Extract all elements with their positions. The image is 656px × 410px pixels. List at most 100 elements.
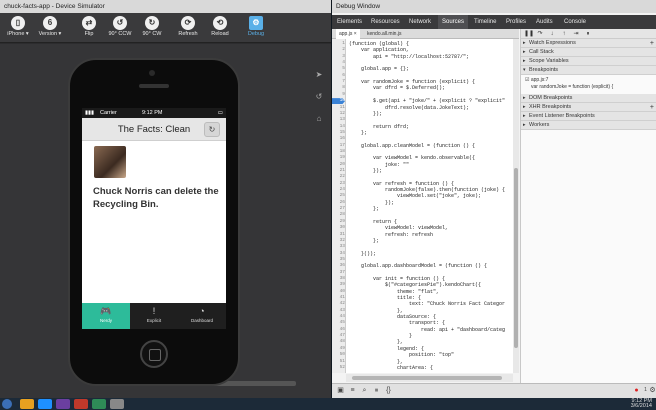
line-number[interactable]: 6 xyxy=(332,73,345,78)
tab-sources[interactable]: Sources xyxy=(438,15,469,29)
line-number[interactable]: 8 xyxy=(332,85,345,90)
format-icon[interactable]: {} xyxy=(384,386,393,395)
line-number[interactable]: 26 xyxy=(332,200,345,205)
line-number[interactable]: 14 xyxy=(332,124,345,129)
device-select-button[interactable]: ▯ iPhone ▾ xyxy=(4,15,32,42)
refresh-joke-button[interactable]: ↻ xyxy=(204,122,220,137)
line-number[interactable]: 2 xyxy=(332,47,345,52)
refresh-button[interactable]: ⟳ Refresh xyxy=(174,15,202,42)
line-number[interactable]: 40 xyxy=(332,289,345,294)
line-number[interactable]: 36 xyxy=(332,263,345,268)
tab-dashboard[interactable]: ◔ Dashboard xyxy=(178,303,226,329)
version-select-button[interactable]: 6 Version ▾ xyxy=(36,15,64,42)
section-event-listener-breakpoints[interactable]: Event Listener Breakpoints xyxy=(521,112,656,121)
line-number[interactable]: 18 xyxy=(332,149,345,154)
line-number[interactable]: 24 xyxy=(332,187,345,192)
tab-nerdy[interactable]: 🎮 Nerdy xyxy=(82,303,130,329)
browser-icon[interactable] xyxy=(38,399,52,409)
line-number[interactable]: 35 xyxy=(332,257,345,262)
tab-elements[interactable]: Elements xyxy=(333,15,366,29)
tab-resources[interactable]: Resources xyxy=(367,15,404,29)
start-icon[interactable] xyxy=(2,399,12,409)
line-number[interactable]: 42 xyxy=(332,301,345,306)
line-number[interactable]: 45 xyxy=(332,320,345,325)
line-number[interactable]: 28 xyxy=(332,212,345,217)
line-number[interactable]: 52 xyxy=(332,365,345,370)
line-number[interactable]: 17 xyxy=(332,143,345,148)
line-number[interactable]: 34 xyxy=(332,251,345,256)
error-icon[interactable]: ● xyxy=(632,386,641,395)
line-number[interactable]: 27 xyxy=(332,206,345,211)
step-over-icon[interactable]: ↷ xyxy=(536,30,544,38)
add-icon[interactable]: + xyxy=(650,103,654,112)
flip-button[interactable]: ⇄ Flip xyxy=(75,15,103,42)
breakpoint-file[interactable]: ☑ app.js:7 xyxy=(525,77,548,83)
settings-icon[interactable]: ⚙ xyxy=(648,386,656,395)
rotate-icon[interactable]: ↺ xyxy=(314,92,324,102)
section-xhr-breakpoints[interactable]: XHR Breakpoints + xyxy=(521,103,656,112)
taskbar-clock[interactable]: 9:12 PM 3/6/2014 xyxy=(631,398,652,409)
line-number[interactable]: 41 xyxy=(332,295,345,300)
reload-button[interactable]: ⟲ Reload xyxy=(206,15,234,42)
add-icon[interactable]: + xyxy=(650,39,654,48)
line-number[interactable]: 43 xyxy=(332,308,345,313)
explorer-icon[interactable] xyxy=(20,399,34,409)
section-dom-breakpoints[interactable]: DOM Breakpoints xyxy=(521,94,656,103)
line-number[interactable]: 38 xyxy=(332,276,345,281)
code-horizontal-scroll-thumb[interactable] xyxy=(352,376,502,380)
line-number[interactable]: 51 xyxy=(332,359,345,364)
line-number[interactable]: 4 xyxy=(332,60,345,65)
location-icon[interactable]: ➤ xyxy=(314,70,324,80)
section-breakpoints[interactable]: Breakpoints xyxy=(521,66,656,75)
section-watch-expressions[interactable]: Watch Expressions + xyxy=(521,39,656,48)
line-number[interactable]: 9 xyxy=(332,92,345,97)
section-call-stack[interactable]: Call Stack xyxy=(521,48,656,57)
line-gutter[interactable]: 1 2 3 4 5 6 7 8 9 10 11 12 13 14 15 16 17 18 19 20 21 22 23 24 2… xyxy=(332,39,346,373)
line-number[interactable]: 3 xyxy=(332,54,345,59)
line-number[interactable]: 5 xyxy=(332,66,345,71)
line-number[interactable]: 32 xyxy=(332,238,345,243)
line-number[interactable]: 25 xyxy=(332,193,345,198)
section-scope-variables[interactable]: Scope Variables xyxy=(521,57,656,66)
line-number[interactable]: 47 xyxy=(332,333,345,338)
line-number[interactable]: 15 xyxy=(332,130,345,135)
line-number[interactable]: 16 xyxy=(332,136,345,141)
line-number[interactable]: 19 xyxy=(332,155,345,160)
line-number[interactable]: 44 xyxy=(332,314,345,319)
tab-explicit[interactable]: ! Explicit xyxy=(130,303,178,329)
console-icon[interactable]: ≡ xyxy=(348,386,357,395)
line-number[interactable]: 11 xyxy=(332,105,345,110)
line-number[interactable]: 22 xyxy=(332,174,345,179)
line-number[interactable]: 48 xyxy=(332,339,345,344)
code-editor[interactable]: 1 2 3 4 5 6 7 8 9 10 11 12 13 14 15 16 17 18 19 20 21 22 23 24 2… xyxy=(332,39,519,373)
line-number[interactable]: 30 xyxy=(332,225,345,230)
line-number[interactable]: 50 xyxy=(332,352,345,357)
app-icon[interactable] xyxy=(74,399,88,409)
tab-audits[interactable]: Audits xyxy=(532,15,557,29)
debug-button[interactable]: ⚙ Debug xyxy=(242,15,270,42)
step-into-icon[interactable]: ↓ xyxy=(548,30,556,38)
file-tab-app-js[interactable]: app.js × xyxy=(336,29,360,39)
visual-studio-icon[interactable] xyxy=(56,399,70,409)
tab-console[interactable]: Console xyxy=(560,15,590,29)
line-number[interactable]: 1 xyxy=(332,41,345,46)
pause-on-exceptions-icon[interactable]: ⏸ xyxy=(584,30,592,38)
tab-profiles[interactable]: Profiles xyxy=(502,15,530,29)
step-out-icon[interactable]: ↑ xyxy=(560,30,568,38)
search-icon[interactable]: ⌕ xyxy=(360,386,369,395)
line-number[interactable]: 13 xyxy=(332,117,345,122)
file-tab-kendo[interactable]: kendo.all.min.js xyxy=(364,29,404,39)
line-number[interactable]: 31 xyxy=(332,232,345,237)
line-number[interactable]: 12 xyxy=(332,111,345,116)
code-vertical-scroll-thumb[interactable] xyxy=(514,168,518,348)
tab-network[interactable]: Network xyxy=(405,15,435,29)
line-number[interactable]: 49 xyxy=(332,346,345,351)
line-number[interactable]: 20 xyxy=(332,162,345,167)
line-number[interactable]: 33 xyxy=(332,244,345,249)
pause-exceptions-icon[interactable]: ⏸ xyxy=(372,386,381,395)
line-number[interactable]: 46 xyxy=(332,327,345,332)
line-number[interactable]: 29 xyxy=(332,219,345,224)
home-button[interactable] xyxy=(140,340,168,368)
telerik-icon[interactable] xyxy=(92,399,106,409)
line-number[interactable]: 7 xyxy=(332,79,345,84)
